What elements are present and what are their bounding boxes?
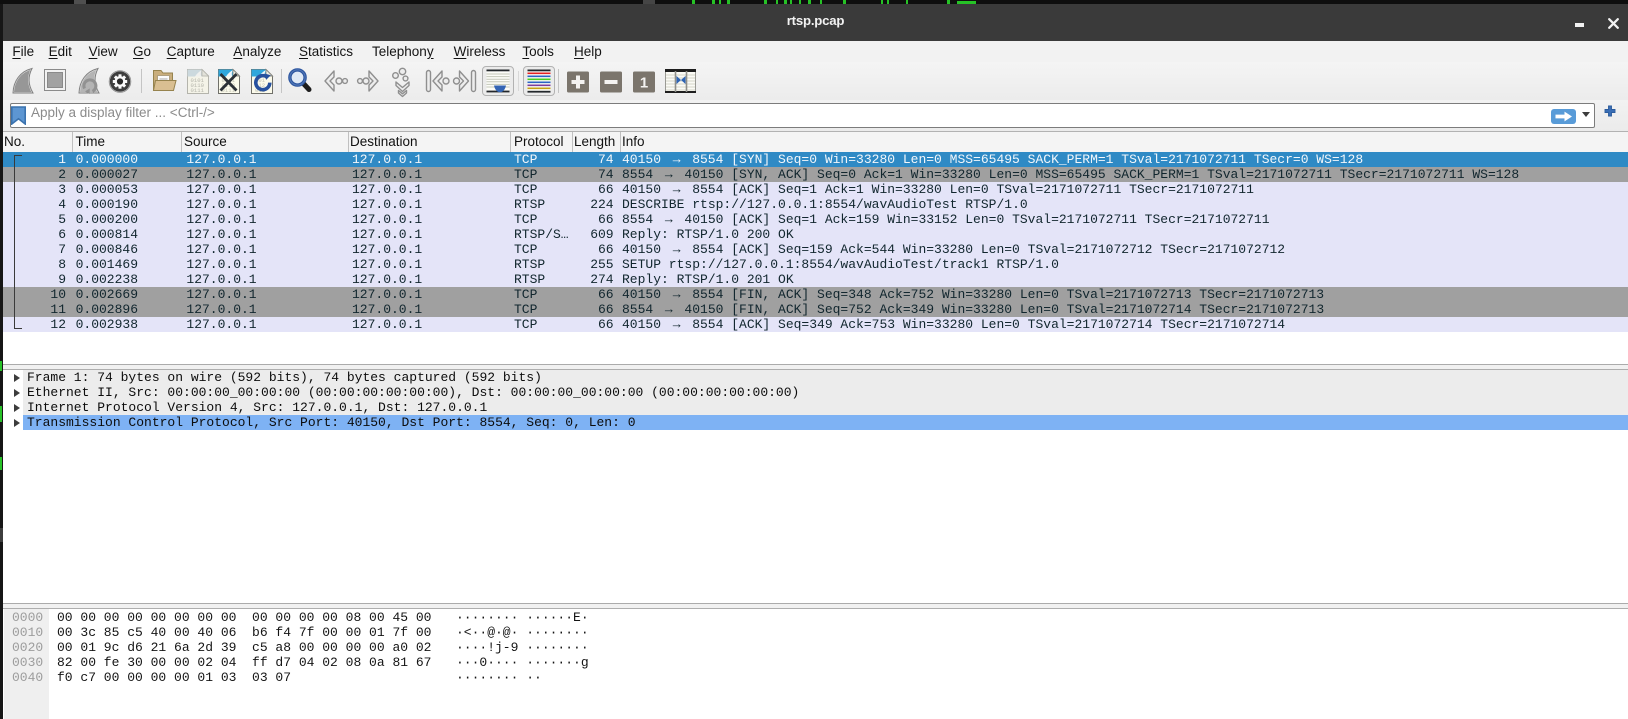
svg-text:0111: 0111 [191,87,205,94]
svg-text:1: 1 [640,75,648,92]
